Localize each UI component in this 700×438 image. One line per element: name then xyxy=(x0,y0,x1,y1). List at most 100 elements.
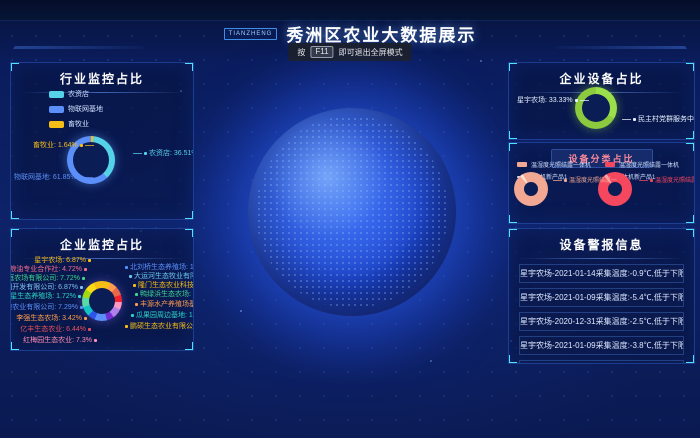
donut-label: 李强生态农场: 3.42% xyxy=(16,313,89,323)
legend-label: 温湿度光照结露一体机 xyxy=(619,160,679,169)
corner-bracket xyxy=(508,62,517,71)
corner-bracket xyxy=(185,342,194,351)
corner-bracket xyxy=(10,342,19,351)
corner-bracket xyxy=(686,62,695,71)
fullscreen-toast: 按 F11 即可退出全屏模式 xyxy=(288,43,411,61)
corner-bracket xyxy=(686,215,695,224)
panel-title: 行业监控占比 xyxy=(11,63,193,87)
legend-swatch xyxy=(517,162,527,167)
label-dot xyxy=(94,339,97,342)
alarm-row[interactable]: 星宇农场-2021-01-02采集温度:-2.0℃,低于下限:0℃ xyxy=(519,360,684,364)
header-decor-right xyxy=(555,46,687,49)
panel-title: 设备警报信息 xyxy=(509,229,694,253)
donut-label: 瓜果园周边基地: 15.02% xyxy=(129,310,194,320)
panel-device-ratio: 企业设备占比 星宇农场: 33.33% 民主村党群服务中心: xyxy=(508,62,695,140)
donut-label: 鹏硕生态农业有限公司: 6.87% xyxy=(123,321,194,331)
panel-title: 企业设备占比 xyxy=(509,63,694,87)
donut-label: 温湿度光照结露一 xyxy=(553,175,617,184)
corner-bracket xyxy=(508,355,517,364)
label-dot xyxy=(133,284,136,287)
label-dot xyxy=(125,325,128,328)
label-line xyxy=(580,100,589,101)
legend-item[interactable]: 畜牧业 xyxy=(49,119,103,129)
donut-label: 红梅园生态农业: 7.3% xyxy=(23,335,99,345)
label-line xyxy=(85,145,94,146)
legend-item[interactable]: 温湿度光照结露一体机 xyxy=(517,160,591,169)
donut-label: 畜牧业: 1.64% xyxy=(33,140,94,150)
label-dot xyxy=(82,277,85,280)
panel-device-category: 设备分类占比 温湿度光照结露一体机 一体机新产品1 温湿度光照结露一体机 一体机… xyxy=(508,142,695,224)
f11-key: F11 xyxy=(310,46,333,58)
panel-industry-monitor: 行业监控占比 农资店 物联网基地 畜牧业 畜牧业: 1.64% 农资店: 36.… xyxy=(10,62,194,220)
label-line xyxy=(622,119,631,120)
label-dot xyxy=(650,179,653,182)
donut-label: 鸭绿浜生态农场: 4.29 xyxy=(133,289,194,299)
label-line xyxy=(84,177,93,178)
alarm-row[interactable]: 星宇农场-2021-01-09采集温度:-5.4℃,低于下限:0℃ xyxy=(519,288,684,307)
corner-bracket xyxy=(185,228,194,237)
legend-item[interactable]: 温湿度光照结露一体机 xyxy=(605,160,679,169)
label-dot xyxy=(135,293,138,296)
donut-label: 民主村党群服务中心: xyxy=(622,114,695,124)
logo-badge: TIANZHENG xyxy=(224,28,278,40)
label-line xyxy=(133,153,142,154)
title-divider xyxy=(518,258,685,259)
industry-legend: 农资店 物联网基地 畜牧业 xyxy=(49,89,103,134)
label-dot xyxy=(125,266,128,269)
legend-item[interactable]: 物联网基地 xyxy=(49,104,103,114)
corner-bracket xyxy=(686,142,695,151)
label-dot xyxy=(80,286,83,289)
corner-bracket xyxy=(508,142,517,151)
label-dot xyxy=(129,275,132,278)
toast-prefix: 按 xyxy=(297,47,305,58)
corner-bracket xyxy=(10,228,19,237)
legend-label: 畜牧业 xyxy=(68,119,89,129)
donut-label: 亿丰生态农业: 6.44% xyxy=(20,324,93,334)
alarm-row[interactable]: 星宇农场-2020-12-31采集温度:-2.5℃,低于下限:0℃ xyxy=(519,312,684,331)
panel-title: 企业监控占比 xyxy=(11,229,193,253)
label-dot xyxy=(633,118,636,121)
donut-label: 星宇农场: 33.33% xyxy=(517,95,589,105)
corner-bracket xyxy=(185,62,194,71)
label-dot xyxy=(80,306,83,309)
header-band xyxy=(0,0,700,21)
legend-label: 物联网基地 xyxy=(68,104,103,114)
label-dot xyxy=(88,259,91,262)
legend-swatch xyxy=(49,106,64,113)
alarm-row[interactable]: 星宇农场-2021-01-09采集温度:-3.8℃,低于下限:0℃ xyxy=(519,336,684,355)
label-line xyxy=(553,180,562,181)
label-dot xyxy=(80,144,83,147)
legend-swatch xyxy=(605,162,615,167)
label-dot xyxy=(84,268,87,271)
corner-bracket xyxy=(686,355,695,364)
header-decor-left xyxy=(13,46,145,49)
alarm-row[interactable]: 星宇农场-2021-01-14采集温度:-0.9℃,低于下限:0℃ xyxy=(519,264,684,283)
corner-bracket xyxy=(686,228,695,237)
corner-bracket xyxy=(508,131,517,140)
donut-label: 丰源水产养殖场基地: 1. xyxy=(133,299,194,309)
donut-label: 温湿度光照结露一 xyxy=(639,175,695,184)
legend-swatch xyxy=(49,121,64,128)
device-donut-chart[interactable] xyxy=(575,87,617,129)
legend-item[interactable]: 农资店 xyxy=(49,89,103,99)
corner-bracket xyxy=(10,62,19,71)
label-dot xyxy=(79,176,82,179)
corner-bracket xyxy=(508,215,517,224)
globe-visualization xyxy=(248,108,456,316)
corner-bracket xyxy=(10,211,19,220)
label-dot xyxy=(135,303,138,306)
donut-label: 物联网基地: 61.85% xyxy=(14,172,93,182)
label-dot xyxy=(575,99,578,102)
category-donut-left[interactable] xyxy=(514,172,548,206)
corner-bracket xyxy=(508,228,517,237)
legend-label: 温湿度光照结露一体机 xyxy=(531,160,591,169)
donut-label: 七星生态养殖场: 1.72% xyxy=(10,291,83,301)
donut-label: 农资店: 36.51% xyxy=(133,148,194,158)
panel-enterprise-monitor: 企业监控占比 星宇农场: 6.87% 礼超粮油专业合作社: 4.72% 家庭农场… xyxy=(10,228,194,351)
legend-swatch xyxy=(49,91,64,98)
label-dot xyxy=(78,295,81,298)
label-dot xyxy=(144,152,147,155)
corner-bracket xyxy=(686,131,695,140)
donut-label: 中粮农业有限公司: 7.29% xyxy=(10,302,85,312)
label-dot xyxy=(84,317,87,320)
